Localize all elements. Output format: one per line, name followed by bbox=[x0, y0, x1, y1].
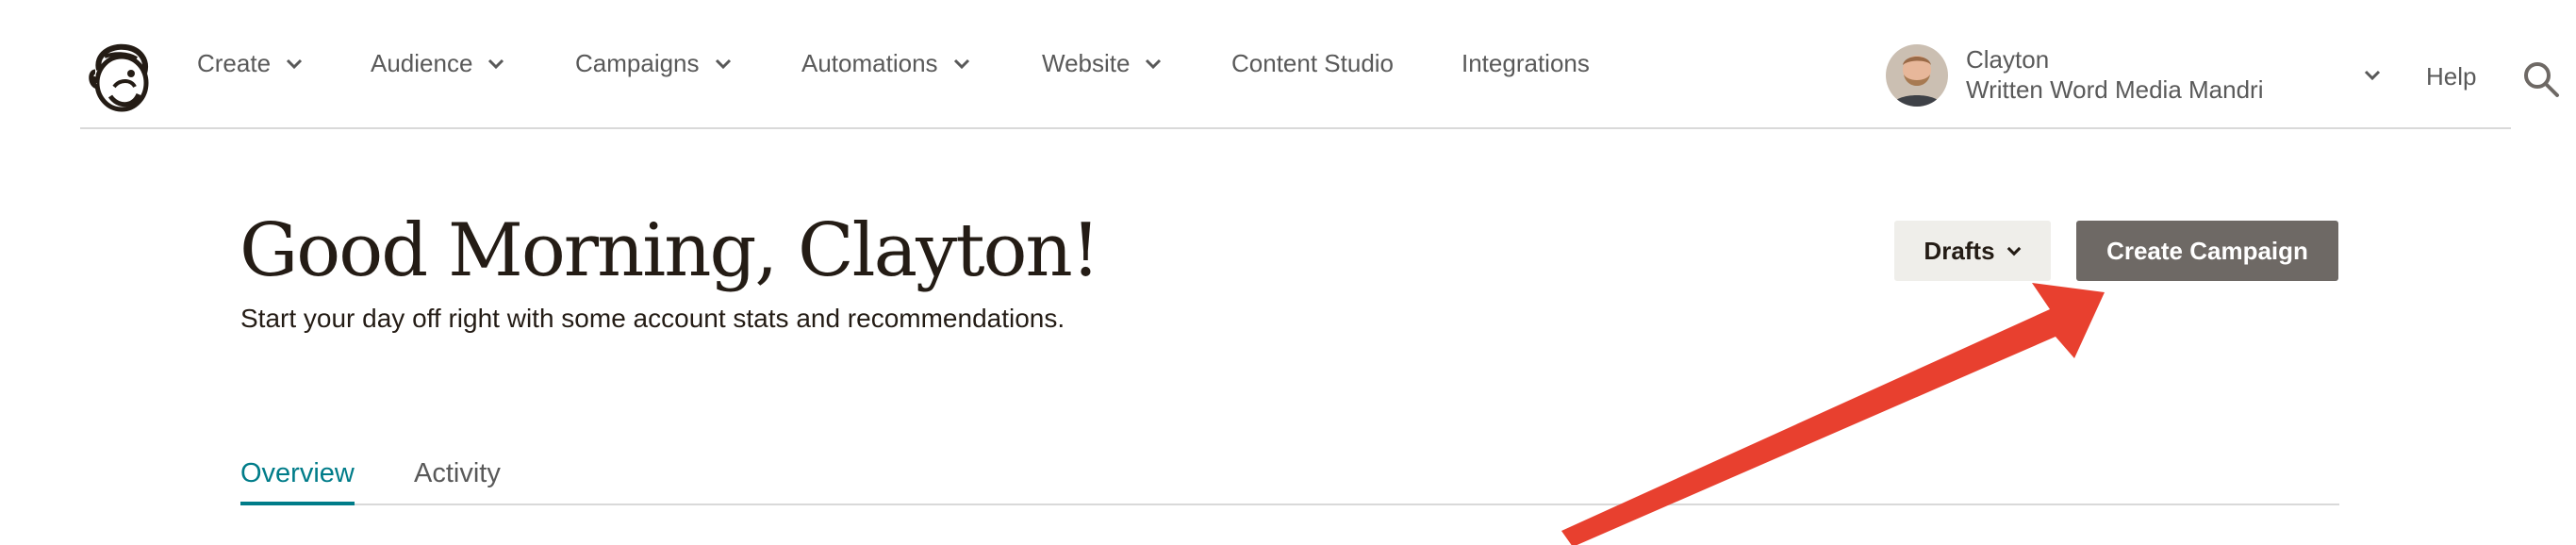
nav-content-studio-label: Content Studio bbox=[1231, 49, 1395, 77]
nav-website[interactable]: Website bbox=[1042, 0, 1162, 127]
mailchimp-logo[interactable] bbox=[86, 41, 156, 113]
page-title: Good Morning, Clayton! bbox=[239, 208, 1100, 293]
top-navigation: Create Audience Campaigns Automations We… bbox=[80, 0, 2559, 129]
avatar[interactable] bbox=[1886, 44, 1948, 107]
nav-integrations-label: Integrations bbox=[1461, 49, 1590, 77]
create-campaign-button[interactable]: Create Campaign bbox=[2076, 221, 2338, 281]
nav-campaigns-label: Campaigns bbox=[575, 49, 700, 77]
nav-content-studio[interactable]: Content Studio bbox=[1231, 0, 1394, 127]
account-name: Clayton bbox=[1966, 45, 2050, 74]
chevron-down-icon bbox=[715, 58, 731, 69]
nav-automations-label: Automations bbox=[801, 49, 938, 77]
chevron-down-icon bbox=[286, 58, 303, 69]
nav-audience[interactable]: Audience bbox=[371, 0, 504, 127]
nav-create-label: Create bbox=[197, 49, 272, 77]
nav-create[interactable]: Create bbox=[197, 0, 303, 127]
chevron-down-icon bbox=[953, 58, 969, 69]
help-label: Help bbox=[2426, 61, 2477, 91]
chevron-down-icon[interactable] bbox=[2364, 70, 2381, 81]
nav-integrations[interactable]: Integrations bbox=[1461, 0, 1590, 127]
nav-website-label: Website bbox=[1042, 49, 1131, 77]
chevron-down-icon bbox=[1146, 58, 1162, 69]
chevron-down-icon bbox=[2006, 246, 2021, 256]
nav-campaigns[interactable]: Campaigns bbox=[575, 0, 732, 127]
tab-overview[interactable]: Overview bbox=[240, 458, 355, 505]
tab-activity[interactable]: Activity bbox=[414, 458, 501, 489]
account-org: Written Word Media Mandri bbox=[1966, 75, 2264, 104]
drafts-label: Drafts bbox=[1924, 236, 1995, 265]
user-photo bbox=[1886, 44, 1948, 107]
drafts-dropdown-button[interactable]: Drafts bbox=[1894, 221, 2051, 281]
tab-bar: Overview Activity bbox=[240, 443, 2339, 505]
nav-automations[interactable]: Automations bbox=[801, 0, 970, 127]
account-switcher[interactable]: Clayton Written Word Media Mandri bbox=[1966, 44, 2263, 105]
help-link[interactable]: Help bbox=[2426, 0, 2476, 153]
nav-audience-label: Audience bbox=[371, 49, 473, 77]
search-icon[interactable] bbox=[2522, 60, 2560, 98]
page-subtitle: Start your day off right with some accou… bbox=[240, 304, 1065, 333]
chevron-down-icon bbox=[488, 58, 504, 69]
